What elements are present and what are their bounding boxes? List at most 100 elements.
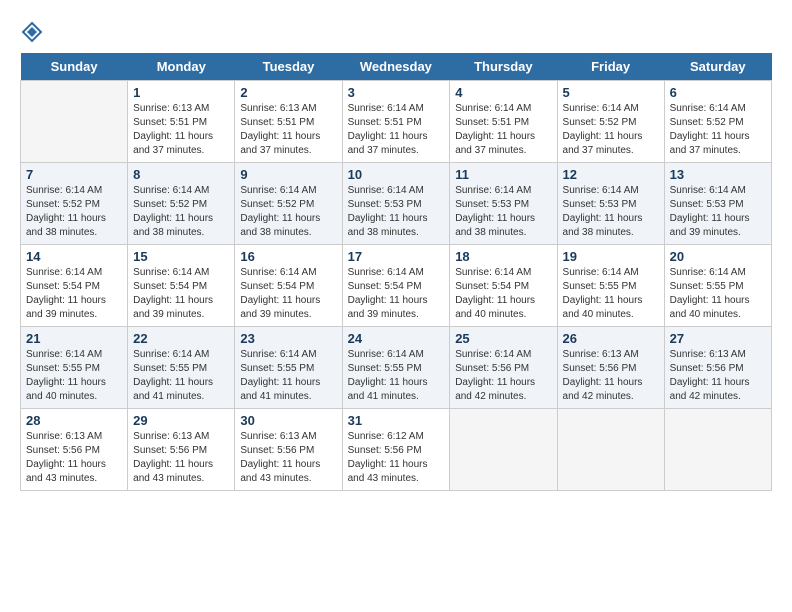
day-info: Sunrise: 6:14 AM Sunset: 5:55 PM Dayligh… (26, 348, 122, 404)
day-info: Sunrise: 6:14 AM Sunset: 5:54 PM Dayligh… (455, 266, 551, 322)
calendar-cell: 7Sunrise: 6:14 AM Sunset: 5:52 PM Daylig… (21, 162, 128, 244)
day-number: 21 (26, 331, 122, 346)
day-header-friday: Friday (557, 53, 664, 81)
day-header-sunday: Sunday (21, 53, 128, 81)
day-number: 14 (26, 249, 122, 264)
calendar-cell: 28 Sunrise: 6:13 AM Sunset: 5:56 PM Dayli… (21, 408, 128, 490)
calendar-cell: 25 Sunrise: 6:14 AM Sunset: 5:56 PM Dayli… (450, 326, 557, 408)
day-info: Sunrise: 6:14 AM Sunset: 5:55 PM Dayligh… (348, 348, 445, 404)
day-info: Sunrise: 6:14 AM Sunset: 5:56 PM Dayligh… (455, 348, 551, 404)
calendar-cell: 14 Sunrise: 6:14 AM Sunset: 5:54 PM Dayli… (21, 244, 128, 326)
calendar-cell: 27 Sunrise: 6:13 AM Sunset: 5:56 PM Dayli… (664, 326, 771, 408)
day-number: 30 (240, 413, 336, 428)
calendar-cell: 21 Sunrise: 6:14 AM Sunset: 5:55 PM Dayli… (21, 326, 128, 408)
day-info: Sunrise: 6:14 AM Sunset: 5:51 PM Dayligh… (455, 102, 551, 158)
day-info: Sunrise: 6:13 AM Sunset: 5:51 PM Dayligh… (240, 102, 336, 158)
calendar-table: SundayMondayTuesdayWednesdayThursdayFrid… (20, 53, 772, 491)
calendar-cell (664, 408, 771, 490)
day-info: Sunrise: 6:14 AM Sunset: 5:52 PM Dayligh… (26, 184, 122, 240)
calendar-week-1: 1 Sunrise: 6:13 AM Sunset: 5:51 PM Daylig… (21, 80, 772, 162)
calendar-cell: 29Sunrise: 6:13 AM Sunset: 5:56 PM Dayli… (128, 408, 235, 490)
day-info: Sunrise: 6:13 AM Sunset: 5:56 PM Dayligh… (240, 430, 336, 486)
calendar-cell: 1 Sunrise: 6:13 AM Sunset: 5:51 PM Daylig… (128, 80, 235, 162)
day-number: 23 (240, 331, 336, 346)
day-info: Sunrise: 6:14 AM Sunset: 5:52 PM Dayligh… (670, 102, 766, 158)
logo (20, 20, 45, 43)
calendar-cell: 9Sunrise: 6:14 AM Sunset: 5:52 PM Daylig… (235, 162, 342, 244)
day-number: 10 (348, 167, 445, 182)
day-number: 12 (563, 167, 659, 182)
day-info: Sunrise: 6:14 AM Sunset: 5:52 PM Dayligh… (133, 184, 229, 240)
day-info: Sunrise: 6:13 AM Sunset: 5:56 PM Dayligh… (670, 348, 766, 404)
day-number: 8 (133, 167, 229, 182)
day-info: Sunrise: 6:14 AM Sunset: 5:55 PM Dayligh… (563, 266, 659, 322)
day-number: 24 (348, 331, 445, 346)
logo-icon (21, 21, 43, 43)
day-info: Sunrise: 6:14 AM Sunset: 5:54 PM Dayligh… (26, 266, 122, 322)
day-header-monday: Monday (128, 53, 235, 81)
day-info: Sunrise: 6:14 AM Sunset: 5:53 PM Dayligh… (563, 184, 659, 240)
day-number: 15 (133, 249, 229, 264)
day-number: 22 (133, 331, 229, 346)
calendar-cell: 4 Sunrise: 6:14 AM Sunset: 5:51 PM Daylig… (450, 80, 557, 162)
day-info: Sunrise: 6:13 AM Sunset: 5:56 PM Dayligh… (133, 430, 229, 486)
day-number: 3 (348, 85, 445, 100)
day-number: 25 (455, 331, 551, 346)
calendar-cell: 3Sunrise: 6:14 AM Sunset: 5:51 PM Daylig… (342, 80, 450, 162)
calendar-cell (450, 408, 557, 490)
day-info: Sunrise: 6:14 AM Sunset: 5:52 PM Dayligh… (240, 184, 336, 240)
day-info: Sunrise: 6:14 AM Sunset: 5:53 PM Dayligh… (348, 184, 445, 240)
day-number: 18 (455, 249, 551, 264)
day-number: 16 (240, 249, 336, 264)
day-header-tuesday: Tuesday (235, 53, 342, 81)
day-info: Sunrise: 6:14 AM Sunset: 5:54 PM Dayligh… (348, 266, 445, 322)
day-number: 26 (563, 331, 659, 346)
calendar-cell: 19 Sunrise: 6:14 AM Sunset: 5:55 PM Dayli… (557, 244, 664, 326)
day-header-saturday: Saturday (664, 53, 771, 81)
calendar-cell: 30 Sunrise: 6:13 AM Sunset: 5:56 PM Dayli… (235, 408, 342, 490)
day-number: 1 (133, 85, 229, 100)
day-info: Sunrise: 6:14 AM Sunset: 5:53 PM Dayligh… (670, 184, 766, 240)
calendar-cell: 22 Sunrise: 6:14 AM Sunset: 5:55 PM Dayli… (128, 326, 235, 408)
calendar-cell: 11 Sunrise: 6:14 AM Sunset: 5:53 PM Dayli… (450, 162, 557, 244)
calendar-cell: 5Sunrise: 6:14 AM Sunset: 5:52 PM Daylig… (557, 80, 664, 162)
calendar-cell: 24 Sunrise: 6:14 AM Sunset: 5:55 PM Dayli… (342, 326, 450, 408)
calendar-cell: 20Sunrise: 6:14 AM Sunset: 5:55 PM Dayli… (664, 244, 771, 326)
day-info: Sunrise: 6:14 AM Sunset: 5:55 PM Dayligh… (240, 348, 336, 404)
day-info: Sunrise: 6:13 AM Sunset: 5:56 PM Dayligh… (563, 348, 659, 404)
calendar-week-2: 7Sunrise: 6:14 AM Sunset: 5:52 PM Daylig… (21, 162, 772, 244)
calendar-cell: 6 Sunrise: 6:14 AM Sunset: 5:52 PM Daylig… (664, 80, 771, 162)
day-info: Sunrise: 6:14 AM Sunset: 5:55 PM Dayligh… (133, 348, 229, 404)
day-info: Sunrise: 6:13 AM Sunset: 5:56 PM Dayligh… (26, 430, 122, 486)
calendar-cell: 16 Sunrise: 6:14 AM Sunset: 5:54 PM Dayli… (235, 244, 342, 326)
day-number: 11 (455, 167, 551, 182)
day-info: Sunrise: 6:14 AM Sunset: 5:55 PM Dayligh… (670, 266, 766, 322)
day-info: Sunrise: 6:14 AM Sunset: 5:54 PM Dayligh… (240, 266, 336, 322)
day-number: 28 (26, 413, 122, 428)
calendar-cell: 17 Sunrise: 6:14 AM Sunset: 5:54 PM Dayli… (342, 244, 450, 326)
day-number: 19 (563, 249, 659, 264)
calendar-cell: 13Sunrise: 6:14 AM Sunset: 5:53 PM Dayli… (664, 162, 771, 244)
day-info: Sunrise: 6:12 AM Sunset: 5:56 PM Dayligh… (348, 430, 445, 486)
calendar-week-4: 21 Sunrise: 6:14 AM Sunset: 5:55 PM Dayli… (21, 326, 772, 408)
calendar-cell: 15Sunrise: 6:14 AM Sunset: 5:54 PM Dayli… (128, 244, 235, 326)
calendar-week-5: 28 Sunrise: 6:13 AM Sunset: 5:56 PM Dayli… (21, 408, 772, 490)
day-info: Sunrise: 6:13 AM Sunset: 5:51 PM Dayligh… (133, 102, 229, 158)
calendar-week-3: 14 Sunrise: 6:14 AM Sunset: 5:54 PM Dayli… (21, 244, 772, 326)
calendar-cell: 26 Sunrise: 6:13 AM Sunset: 5:56 PM Dayli… (557, 326, 664, 408)
day-header-wednesday: Wednesday (342, 53, 450, 81)
calendar-cell: 31 Sunrise: 6:12 AM Sunset: 5:56 PM Dayli… (342, 408, 450, 490)
day-number: 5 (563, 85, 659, 100)
day-number: 6 (670, 85, 766, 100)
day-info: Sunrise: 6:14 AM Sunset: 5:53 PM Dayligh… (455, 184, 551, 240)
calendar-cell (557, 408, 664, 490)
day-header-thursday: Thursday (450, 53, 557, 81)
day-number: 27 (670, 331, 766, 346)
calendar-cell: 8 Sunrise: 6:14 AM Sunset: 5:52 PM Daylig… (128, 162, 235, 244)
day-number: 31 (348, 413, 445, 428)
calendar-cell: 2Sunrise: 6:13 AM Sunset: 5:51 PM Daylig… (235, 80, 342, 162)
calendar-cell: 18 Sunrise: 6:14 AM Sunset: 5:54 PM Dayli… (450, 244, 557, 326)
day-number: 4 (455, 85, 551, 100)
day-number: 17 (348, 249, 445, 264)
calendar-cell: 23 Sunrise: 6:14 AM Sunset: 5:55 PM Dayli… (235, 326, 342, 408)
